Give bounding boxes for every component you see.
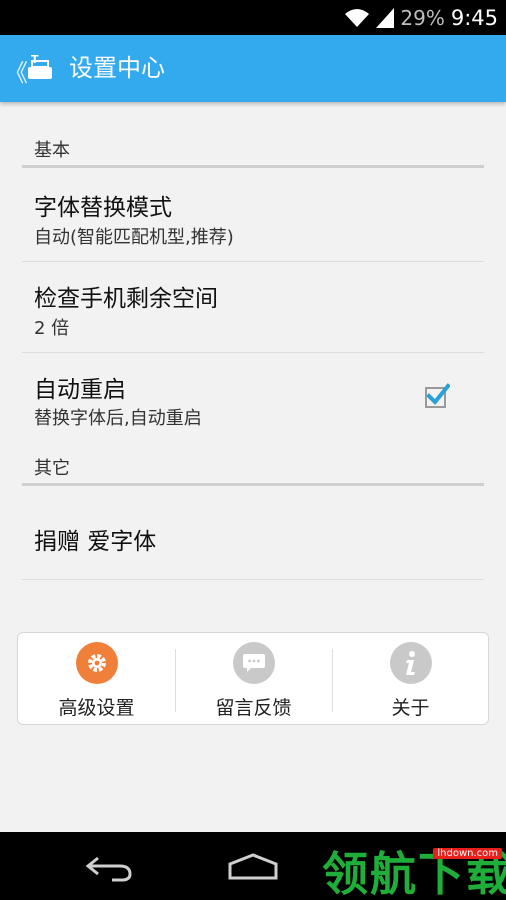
advanced-settings-button[interactable]: 高级设置 — [18, 633, 175, 726]
wifi-icon — [345, 8, 370, 27]
about-label: 关于 — [391, 697, 430, 719]
section-header-basic: 基本 — [22, 136, 484, 168]
pref-donate[interactable]: 捐赠 爱字体 — [22, 489, 484, 580]
settings-list: 基本 字体替换模式 自动(智能匹配机型,推荐) 检查手机剩余空间 2 倍 自动重… — [0, 102, 506, 832]
pref-title: 检查手机剩余空间 — [34, 286, 218, 312]
app-font-icon[interactable]: T — [26, 53, 54, 83]
page-title: 设置中心 — [69, 54, 165, 82]
pref-check-free-space[interactable]: 检查手机剩余空间 2 倍 — [22, 262, 484, 353]
chat-icon — [232, 642, 275, 684]
nav-home-icon[interactable] — [226, 852, 280, 882]
feedback-button[interactable]: 留言反馈 — [175, 633, 332, 726]
action-bar: 《 T 设置中心 — [0, 35, 506, 102]
pref-font-replace-mode[interactable]: 字体替换模式 自动(智能匹配机型,推荐) — [22, 171, 484, 262]
pref-title: 自动重启 — [34, 377, 126, 403]
clock: 9:45 — [450, 5, 498, 30]
pref-summary: 2 倍 — [34, 318, 70, 339]
watermark-logo: 领航下载 lhdown.com — [322, 838, 506, 900]
pref-summary: 替换字体后,自动重启 — [34, 408, 202, 429]
back-chevron-icon[interactable]: 《 — [4, 53, 28, 88]
watermark-badge: lhdown.com — [433, 848, 502, 859]
pref-summary: 自动(智能匹配机型,推荐) — [34, 227, 234, 248]
nav-back-icon[interactable] — [84, 852, 134, 882]
section-header-other: 其它 — [22, 454, 484, 486]
about-button[interactable]: 关于 — [332, 633, 489, 726]
status-icons: 29% 9:45 — [344, 0, 498, 35]
pref-title: 字体替换模式 — [34, 195, 172, 221]
battery-percent: 29% — [400, 5, 445, 30]
section-header-label: 其它 — [34, 458, 70, 479]
advanced-settings-label: 高级设置 — [58, 697, 135, 719]
system-nav-bar: 领航下载 lhdown.com — [0, 832, 506, 900]
status-bar: 29% 9:45 — [0, 0, 506, 35]
auto-reboot-checkbox[interactable] — [424, 383, 450, 409]
svg-text:T: T — [31, 53, 39, 66]
section-header-label: 基本 — [34, 140, 70, 161]
info-icon — [389, 642, 432, 684]
pref-title: 捐赠 爱字体 — [34, 529, 157, 555]
bottom-action-panel: 高级设置 留言反馈 关于 — [17, 632, 489, 725]
pref-auto-reboot[interactable]: 自动重启 替换字体后,自动重启 — [22, 353, 484, 443]
gear-icon — [75, 642, 118, 684]
cell-signal-icon — [376, 7, 395, 28]
feedback-label: 留言反馈 — [215, 697, 292, 719]
